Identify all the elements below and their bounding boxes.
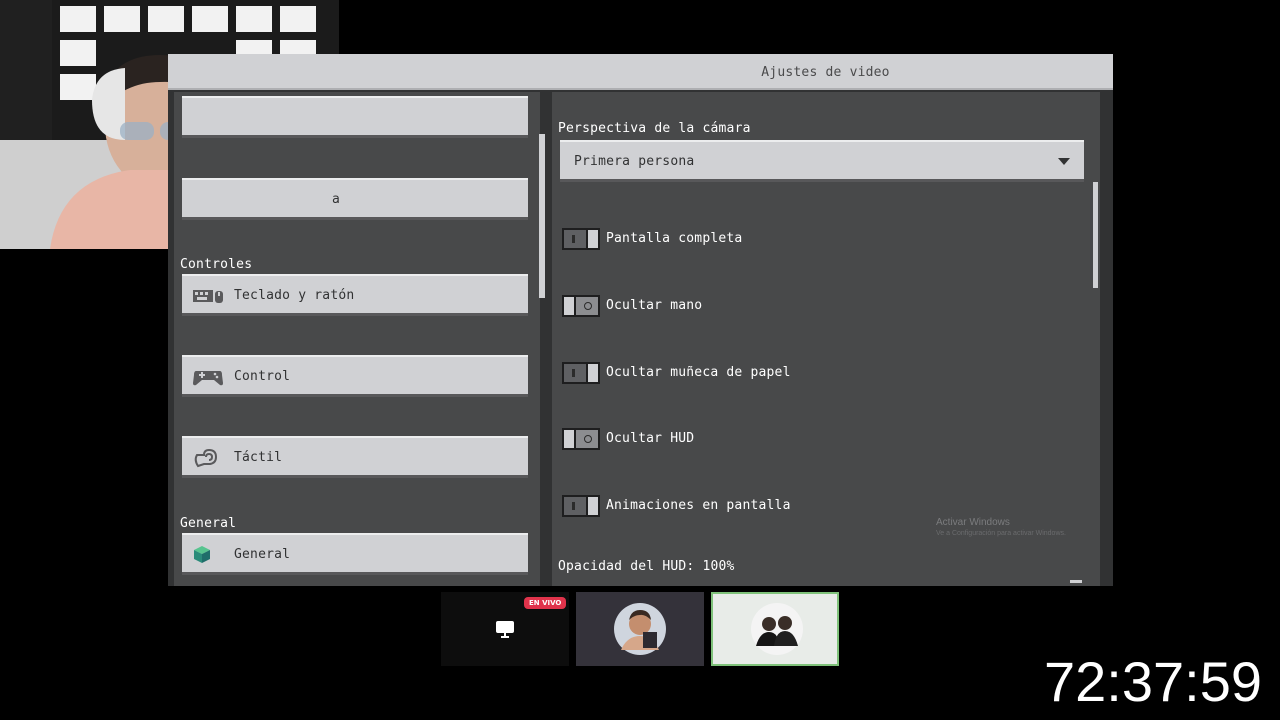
cube-icon	[194, 546, 210, 563]
activate-windows-subtitle: Ve a Configuración para activar Windows.	[936, 530, 1066, 537]
gamepad-icon	[193, 371, 223, 386]
sidebar-button-partial-label: a	[332, 192, 341, 207]
sidebar-item-label: Control	[234, 369, 291, 384]
keyboard-mouse-icon	[193, 290, 223, 303]
sidebar-button-hidden-1[interactable]	[182, 96, 528, 138]
participant-tile-1[interactable]	[576, 592, 704, 666]
hud-opacity-slider-knob[interactable]	[1070, 580, 1082, 583]
title-bar: Ajustes de video	[168, 54, 1113, 90]
setting-screen-animations: Animaciones en pantalla	[562, 495, 1062, 519]
sidebar-scrollbar[interactable]	[539, 134, 545, 298]
hide-hand-label: Ocultar mano	[606, 298, 703, 313]
video-settings-panel: Perspectiva de la cámara Primera persona…	[552, 92, 1104, 586]
window-title: Ajustes de video	[761, 65, 890, 80]
screen-animations-toggle[interactable]	[562, 495, 600, 517]
hide-paperdoll-label: Ocultar muñeca de papel	[606, 365, 791, 380]
settings-window: Ajustes de video a Controles Teclado y r…	[168, 54, 1113, 586]
hide-hud-label: Ocultar HUD	[606, 431, 695, 446]
chevron-down-icon	[1058, 158, 1070, 165]
camera-perspective-dropdown[interactable]: Primera persona	[560, 140, 1084, 182]
avatar	[751, 603, 803, 655]
fullscreen-toggle[interactable]	[562, 228, 600, 250]
hide-paperdoll-toggle[interactable]	[562, 362, 600, 384]
section-heading-controles: Controles	[180, 257, 253, 272]
activate-windows-title: Activar Windows	[936, 517, 1010, 528]
sidebar-item-control[interactable]: Control	[182, 355, 528, 397]
sidebar-item-general[interactable]: General	[182, 533, 528, 575]
hide-hand-toggle[interactable]	[562, 295, 600, 317]
live-badge: EN VIVO	[524, 597, 567, 609]
stream-timer: 72:37:59	[1044, 650, 1262, 713]
hud-opacity-label: Opacidad del HUD: 100%	[558, 559, 735, 574]
touch-icon	[194, 448, 218, 468]
sidebar-item-label: Táctil	[234, 450, 283, 465]
settings-sidebar: a Controles Teclado y ratón Control Táct…	[174, 92, 545, 586]
sidebar-item-label: Teclado y ratón	[234, 288, 355, 303]
avatar	[614, 603, 666, 655]
sidebar-button-hidden-2[interactable]: a	[182, 178, 528, 220]
sidebar-item-touch[interactable]: Táctil	[182, 436, 528, 478]
section-heading-general: General	[180, 516, 237, 531]
screen-animations-label: Animaciones en pantalla	[606, 498, 791, 513]
setting-hide-hud: Ocultar HUD	[562, 428, 1062, 452]
setting-hide-paperdoll: Ocultar muñeca de papel	[562, 362, 1062, 386]
setting-fullscreen: Pantalla completa	[562, 228, 1062, 252]
sidebar-item-label: General	[234, 547, 291, 562]
participant-tile-2[interactable]	[711, 592, 839, 666]
camera-perspective-label: Perspectiva de la cámara	[558, 121, 751, 136]
camera-perspective-value: Primera persona	[574, 154, 695, 169]
monitor-icon	[496, 621, 514, 638]
settings-scrollbar[interactable]	[1093, 182, 1098, 288]
setting-hide-hand: Ocultar mano	[562, 295, 1062, 319]
hide-hud-toggle[interactable]	[562, 428, 600, 450]
fullscreen-label: Pantalla completa	[606, 231, 743, 246]
sidebar-item-keyboard-mouse[interactable]: Teclado y ratón	[182, 274, 528, 316]
